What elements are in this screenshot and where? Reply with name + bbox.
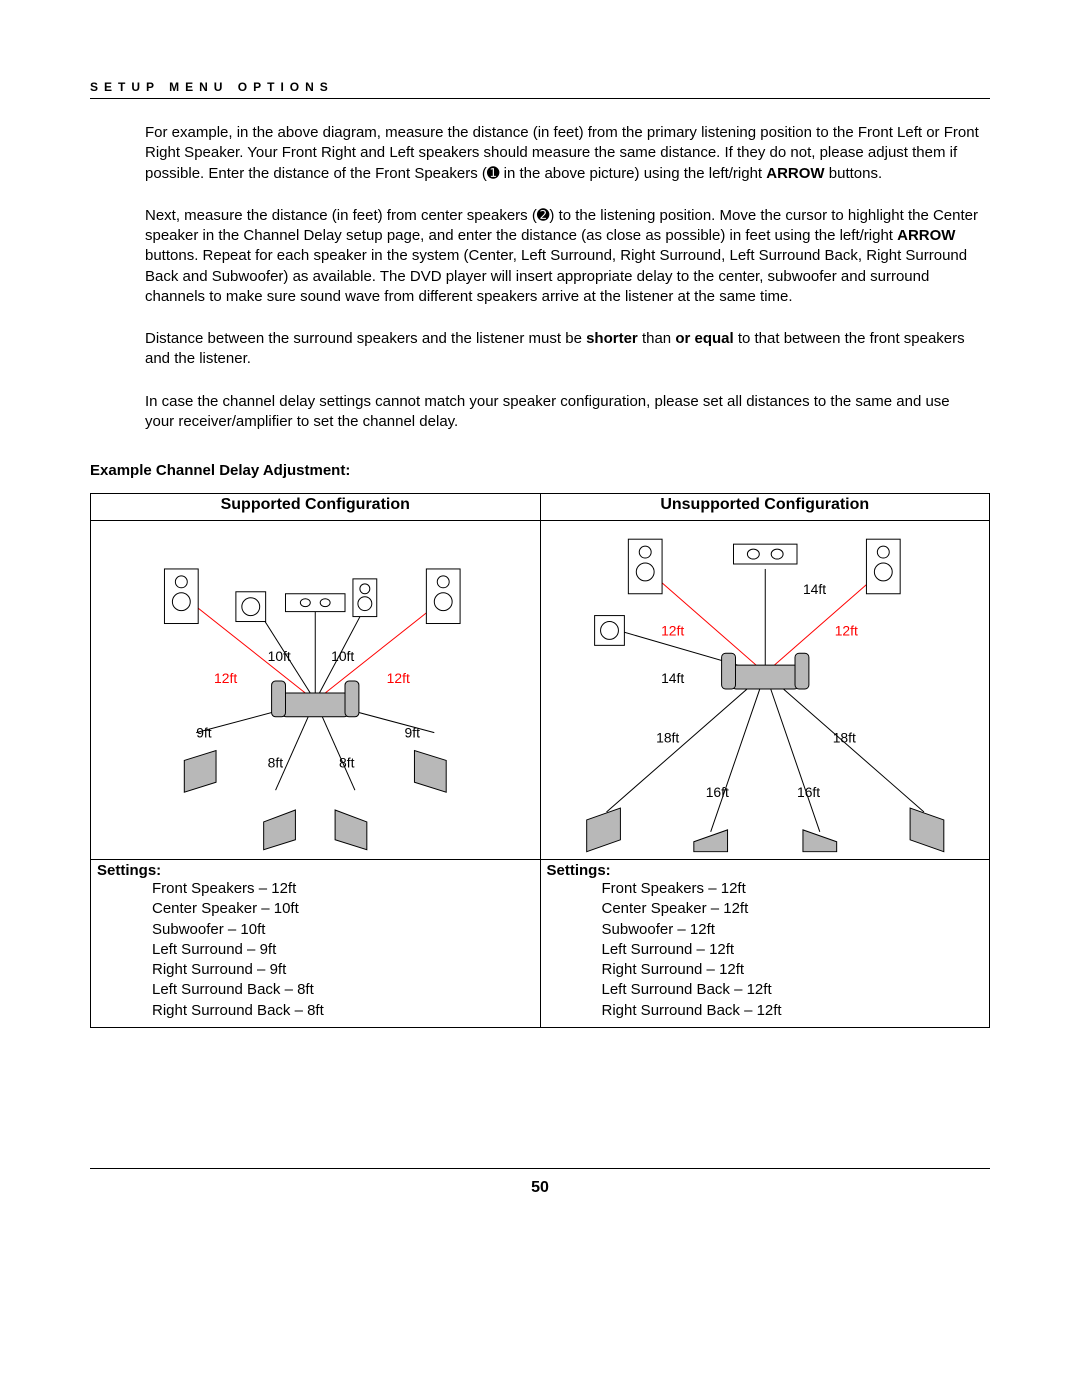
svg-text:12ft: 12ft [387, 670, 410, 686]
body-column: For example, in the above diagram, measu… [145, 123, 980, 432]
svg-text:18ft: 18ft [832, 730, 855, 746]
svg-text:12ft: 12ft [661, 622, 684, 638]
p2-text-a: Next, measure the distance (in feet) fro… [145, 207, 537, 224]
svg-text:8ft: 8ft [339, 754, 355, 770]
svg-text:16ft: 16ft [705, 784, 728, 800]
example-heading: Example Channel Delay Adjustment: [90, 462, 990, 479]
arrow-keyword: ARROW [766, 165, 824, 182]
p1-text-c: buttons. [825, 165, 883, 182]
p2-text-c: buttons. Repeat for each speaker in the … [145, 247, 967, 305]
svg-text:9ft: 9ft [196, 725, 212, 741]
settings-unsupported: Settings: Front Speakers – 12ft Center S… [540, 860, 990, 1028]
page-number: 50 [90, 1179, 990, 1197]
p1-text-b: in the above picture) using the left/rig… [499, 165, 766, 182]
arrow-keyword: ARROW [897, 227, 955, 244]
list-item: Center Speaker – 12ft [602, 899, 984, 919]
svg-text:8ft: 8ft [268, 754, 284, 770]
settings-label: Settings: [547, 862, 984, 879]
paragraph-1: For example, in the above diagram, measu… [145, 123, 980, 184]
list-item: Right Surround Back – 12ft [602, 1001, 984, 1021]
svg-text:10ft: 10ft [331, 648, 354, 664]
paragraph-4: In case the channel delay settings canno… [145, 392, 980, 433]
svg-text:18ft: 18ft [656, 730, 679, 746]
list-item: Right Surround Back – 8ft [152, 1001, 534, 1021]
list-item: Subwoofer – 10ft [152, 920, 534, 940]
table-head-supported: Supported Configuration [91, 494, 541, 521]
circled-two-icon: ➋ [537, 207, 550, 224]
svg-text:10ft: 10ft [268, 648, 291, 664]
svg-text:12ft: 12ft [214, 670, 237, 686]
p3-bold-b: shorter [586, 330, 638, 347]
p3-text-a: Distance between the surround speakers a… [145, 330, 586, 347]
top-rule [90, 98, 990, 99]
list-item: Subwoofer – 12ft [602, 920, 984, 940]
table-head-unsupported: Unsupported Configuration [540, 494, 990, 521]
svg-text:12ft: 12ft [834, 622, 857, 638]
list-item: Left Surround Back – 12ft [602, 980, 984, 1000]
list-item: Front Speakers – 12ft [602, 879, 984, 899]
svg-text:16ft: 16ft [796, 784, 819, 800]
svg-text:9ft: 9ft [405, 725, 421, 741]
list-item: Left Surround – 12ft [602, 940, 984, 960]
settings-label: Settings: [97, 862, 534, 879]
p3-text-c: than [638, 330, 676, 347]
diagram-unsupported: 14ft 12ft 12ft 14ft 18ft 18ft 16ft 16ft [540, 521, 990, 860]
list-item: Right Surround – 12ft [602, 960, 984, 980]
bottom-rule [90, 1168, 990, 1169]
p3-bold-d: or equal [675, 330, 733, 347]
list-item: Front Speakers – 12ft [152, 879, 534, 899]
svg-text:14ft: 14ft [802, 581, 825, 597]
svg-text:14ft: 14ft [661, 670, 684, 686]
paragraph-3: Distance between the surround speakers a… [145, 329, 980, 370]
supported-diagram-svg: 12ft 12ft 10ft 10ft 9ft 9ft 8ft 8ft [97, 523, 534, 853]
circled-one-icon: ➊ [487, 165, 500, 182]
running-head: SETUP MENU OPTIONS [90, 80, 990, 94]
list-item: Center Speaker – 10ft [152, 899, 534, 919]
configuration-table: Supported Configuration Unsupported Conf… [90, 493, 990, 1028]
settings-supported: Settings: Front Speakers – 12ft Center S… [91, 860, 541, 1028]
unsupported-diagram-svg: 14ft 12ft 12ft 14ft 18ft 18ft 16ft 16ft [547, 523, 984, 853]
diagram-supported: 12ft 12ft 10ft 10ft 9ft 9ft 8ft 8ft [91, 521, 541, 860]
paragraph-2: Next, measure the distance (in feet) fro… [145, 206, 980, 307]
list-item: Right Surround – 9ft [152, 960, 534, 980]
list-item: Left Surround Back – 8ft [152, 980, 534, 1000]
list-item: Left Surround – 9ft [152, 940, 534, 960]
